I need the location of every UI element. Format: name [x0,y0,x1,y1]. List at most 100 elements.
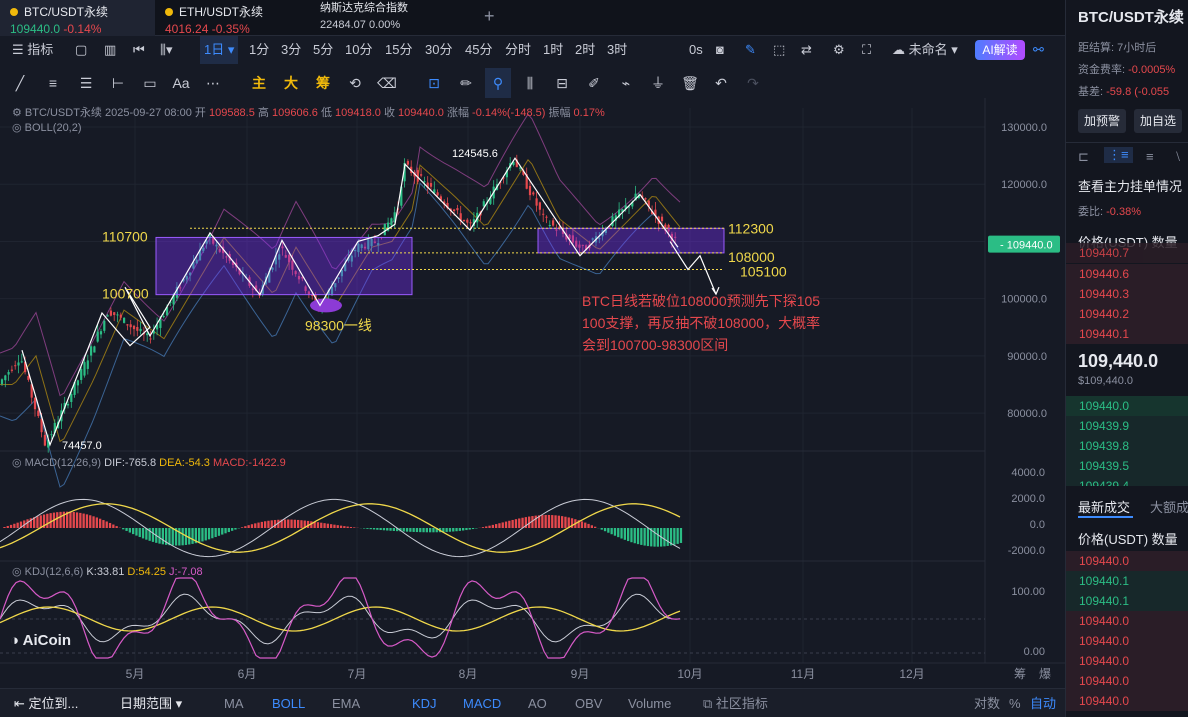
layout-select[interactable]: ☁ 未命名 ▾ [892,36,958,64]
rect-tool-icon[interactable]: ▭ [137,68,163,98]
macd-bar [16,522,19,528]
bar-view-icon[interactable]: ⧵ [1176,149,1180,165]
magnet-icon[interactable]: ⊡ [421,68,447,98]
bid-row[interactable]: 109439.9 [1066,416,1188,436]
trades-tab[interactable]: 最新成交 [1078,497,1130,516]
ask-row[interactable]: 109440.6 [1066,264,1188,284]
volume-toggle[interactable]: Volume [628,689,671,717]
boll-toggle[interactable]: BOLL [272,689,305,717]
period-10m[interactable]: 10分 [345,36,372,64]
period-45m[interactable]: 45分 [465,36,492,64]
fullscreen-icon[interactable]: ⛶ [862,36,871,64]
list-view-icon[interactable]: ≡ [1146,149,1154,164]
period-15m[interactable]: 15分 [385,36,412,64]
ma-toggle[interactable]: MA [224,689,244,717]
log-scale-toggle[interactable]: 对数 [974,689,1000,717]
lock-icon[interactable]: ⊟ [549,68,575,98]
camera-icon[interactable]: ◙ [716,36,724,64]
note-icon[interactable]: ✐ [581,68,607,98]
sync-icon[interactable]: ⟲ [342,68,368,98]
price-chart[interactable]: 130000.0120000.0110000.0100000.090000.08… [0,98,1065,688]
big-order-tool[interactable]: 大 [278,68,304,98]
more-tools-icon[interactable]: ⋯ [200,68,226,98]
line-tool-icon[interactable]: ╱ [7,68,33,98]
period-1m[interactable]: 1分 [249,36,269,64]
ask-row[interactable]: 109440.1 [1066,324,1188,344]
chip-tool[interactable]: 筹 [310,68,336,98]
d-value: D:54.25 [127,566,166,578]
add-watchlist-button[interactable]: 加自选 [1134,109,1183,133]
date-range-button[interactable]: 日期范围 ▾ [120,689,182,717]
filter-icon[interactable]: ⏚ [645,68,671,98]
locate-button[interactable]: ⇤ 定位到... [14,689,78,717]
chart-area[interactable]: 130000.0120000.0110000.0100000.090000.08… [0,98,1065,688]
period-3h[interactable]: 3时 [607,36,627,64]
select-icon[interactable]: ⬚ [773,36,785,64]
macd-toggle[interactable]: MACD [463,689,501,717]
ema-toggle[interactable]: EMA [332,689,360,717]
community-indicator-button[interactable]: ⧉ 社区指标 [703,689,768,717]
settlement-info: 距结算: 7小时后 [1078,39,1156,55]
candle-body [76,380,79,386]
ray-tool-icon[interactable]: ⊢ [105,68,131,98]
ask-row[interactable]: 109440.3 [1066,284,1188,304]
book-view-icon[interactable]: ⋮≡ [1104,147,1133,163]
period-3m[interactable]: 3分 [281,36,301,64]
percent-toggle[interactable]: % [1009,689,1021,717]
period-30m[interactable]: 30分 [425,36,452,64]
share-icon[interactable]: ⚯ [1033,36,1044,64]
tab-title: BTC/USDT永续 [24,5,109,19]
calendar-icon[interactable]: ▢ [75,36,87,64]
undo-icon[interactable]: ↶ [708,68,734,98]
tab-title: 纳斯达克综合指数 [320,2,408,14]
kdj-toggle[interactable]: KDJ [412,689,437,717]
channel-tool-icon[interactable]: ☰ [73,68,99,98]
macd-bar [339,525,343,528]
bid-row[interactable]: 109439.5 [1066,456,1188,476]
add-alert-button[interactable]: 加预警 [1078,109,1127,133]
period-2h[interactable]: 2时 [575,36,595,64]
settings-small-icon: ⚙ [12,107,25,119]
ai-interpret-button[interactable]: AI解读 [975,40,1025,60]
draw-mode-icon[interactable]: ⚲ [485,68,511,98]
add-tab-icon[interactable]: + [484,6,495,27]
main-force-tool[interactable]: 主 [246,68,272,98]
layout-icon[interactable]: ▥ [104,36,116,64]
bid-row[interactable]: 109440.0 [1066,396,1188,416]
period-5m[interactable]: 5分 [313,36,333,64]
macd-bar [623,528,626,540]
hline-tool-icon[interactable]: ≡ [40,68,66,98]
auto-scale-toggle[interactable]: 自动 [1030,689,1056,717]
text-tool-icon[interactable]: Aa [168,68,194,98]
obv-toggle[interactable]: OBV [575,689,602,717]
ao-toggle[interactable]: AO [528,689,547,717]
view-icon[interactable]: ⊏ [1078,149,1089,165]
lock-bars-icon[interactable]: ⫼ [517,68,543,98]
bid-row[interactable]: 109439.4 [1066,476,1188,486]
compare-icon[interactable]: ⇄ [801,36,812,64]
bid-row[interactable]: 109439.8 [1066,436,1188,456]
depth-title[interactable]: 查看主力挂单情况 [1078,176,1182,195]
big-trades-tab[interactable]: 大额成 [1150,497,1188,516]
ask-row[interactable]: 109440.2 [1066,304,1188,324]
brush-icon[interactable]: ⌁ [613,68,639,98]
tab-eth[interactable]: ETH/USDT永续 4016.24 -0.35% [155,0,310,36]
candle-body [80,368,83,380]
trash-icon[interactable]: 🗑 [677,68,703,98]
redo-icon[interactable]: ↷ [740,68,766,98]
chart-type-icon[interactable]: ⫼▾ [160,36,173,64]
hide-drawings-icon[interactable]: ⌫ [374,68,400,98]
ruler-icon[interactable]: ✏ [453,68,479,98]
period-timeshare[interactable]: 分时 [505,36,531,64]
close-value: 109440.0 [398,107,444,119]
back-icon[interactable]: ⏮ [133,36,145,64]
tab-btc[interactable]: BTC/USDT永续 109440.0 -0.14% [0,0,155,36]
tab-nasdaq[interactable]: 纳斯达克综合指数 22484.07 0.00% [310,0,465,36]
ask-row[interactable]: 109440.7 [1066,243,1188,263]
period-1d[interactable]: 1日 ▾ [200,36,239,64]
pen-icon[interactable]: ✎ [745,36,756,64]
indicator-button[interactable]: ☰ 指标 [12,36,53,64]
settings-icon[interactable]: ⚙ [833,36,845,64]
macd-bar [636,528,640,545]
period-1h[interactable]: 1时 [543,36,563,64]
